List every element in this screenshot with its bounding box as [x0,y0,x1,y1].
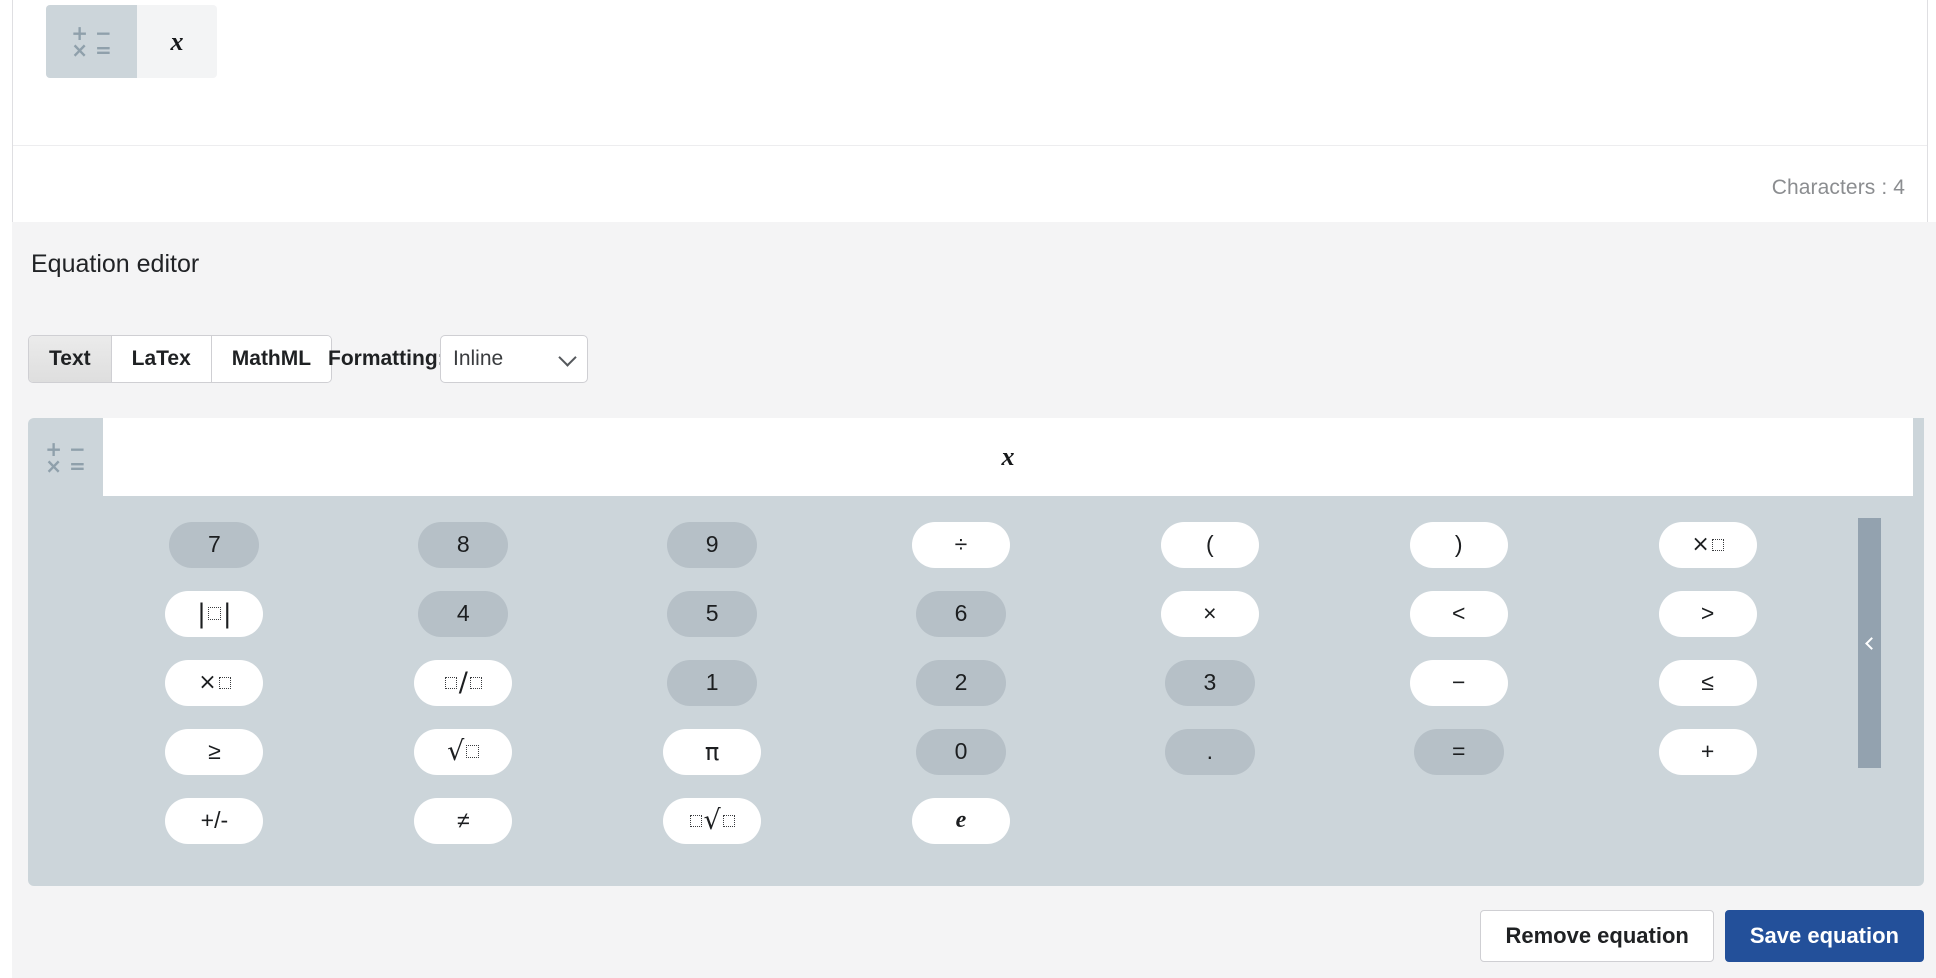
placeholder-box [469,676,482,689]
key-pi[interactable]: π [663,728,762,775]
key-subscript[interactable]: × [165,659,264,706]
editor-mode-tabs: Text LaTex MathML [28,335,333,383]
key-greater-than-or-equal[interactable]: ≥ [165,728,264,775]
key-equals[interactable]: = [1413,728,1504,775]
content-editor-body[interactable]: + − × = x [13,1,1927,146]
key-7[interactable]: 7 [169,521,260,568]
key-not-equal[interactable]: ≠ [414,797,513,844]
key-8[interactable]: 8 [418,521,509,568]
key-fraction-inline[interactable]: / [414,659,513,706]
formatting-select-value: Inline [453,347,504,370]
key-nth-root[interactable]: √ [663,797,762,844]
key-open-paren[interactable]: ( [1160,521,1259,568]
key-square-root[interactable]: √ [414,728,513,775]
key-2[interactable]: 2 [915,659,1006,706]
chevron-down-icon [558,348,577,367]
key-plus-minus[interactable]: +/- [165,797,264,844]
tab-latex[interactable]: LaTex [111,336,212,382]
keypad-grid: 7 8 9 ÷ ( ) × | | 4 5 6 × < > × / 1 2 3 … [90,510,1832,855]
remove-equation-button[interactable]: Remove equation [1480,910,1714,962]
content-editor: + − × = x Characters : 4 [12,0,1928,230]
key-1[interactable]: 1 [667,659,758,706]
key-divide[interactable]: ÷ [911,521,1010,568]
equation-input-right-pad [1913,418,1924,496]
placeholder-box [689,814,702,827]
keypad-panel: 7 8 9 ÷ ( ) × | | 4 5 6 × < > × / 1 2 3 … [28,496,1924,886]
key-greater-than[interactable]: > [1658,590,1757,637]
equation-editor-actions: Remove equation Save equation [1480,910,1924,962]
chevron-left-icon [1864,636,1878,650]
placeholder-box [722,814,735,827]
formatting-label: Formatting: [328,347,445,370]
key-plus[interactable]: + [1658,728,1757,775]
keypad-collapse-handle[interactable] [1858,518,1881,768]
math-symbols-icon: + − × = [46,5,137,78]
key-minus[interactable]: − [1409,659,1508,706]
equation-keypad-region: +−×= x 7 8 9 ÷ ( ) × || 4 5 6 × < > [28,418,1924,886]
content-editor-footer: Characters : 4 [13,145,1927,229]
key-absolute-value[interactable]: | | [165,590,264,637]
key-4[interactable]: 4 [418,590,509,637]
key-0[interactable]: 0 [915,728,1006,775]
formatting-select[interactable]: Inline [440,335,588,383]
key-less-than-or-equal[interactable]: ≤ [1658,659,1757,706]
placeholder-box [444,676,457,689]
equation-input-row: + − × = x [28,418,1924,496]
key-less-than[interactable]: < [1409,590,1508,637]
placeholder-box [466,745,480,758]
tab-text[interactable]: Text [29,336,112,382]
key-9[interactable]: 9 [667,521,758,568]
page-title: Equation editor [31,250,200,278]
placeholder-box [218,676,231,689]
placeholder-box [207,607,221,620]
key-5[interactable]: 5 [667,590,758,637]
key-3[interactable]: 3 [1164,659,1255,706]
placeholder-box [1711,538,1724,551]
key-superscript[interactable]: × [1658,521,1757,568]
math-symbols-icon: + − × = [28,418,103,496]
inserted-equation-value: x [170,26,184,56]
key-multiply[interactable]: × [1160,590,1259,637]
inserted-equation-chip[interactable]: + − × = x [46,5,217,78]
key-euler-number[interactable]: e [911,797,1010,844]
character-count: Characters : 4 [1771,175,1905,199]
tab-mathml[interactable]: MathML [211,336,332,382]
key-decimal-point[interactable]: . [1164,728,1255,775]
save-equation-button[interactable]: Save equation [1724,910,1924,962]
key-close-paren[interactable]: ) [1409,521,1508,568]
key-6[interactable]: 6 [915,590,1006,637]
equation-input[interactable]: x [103,418,1913,496]
